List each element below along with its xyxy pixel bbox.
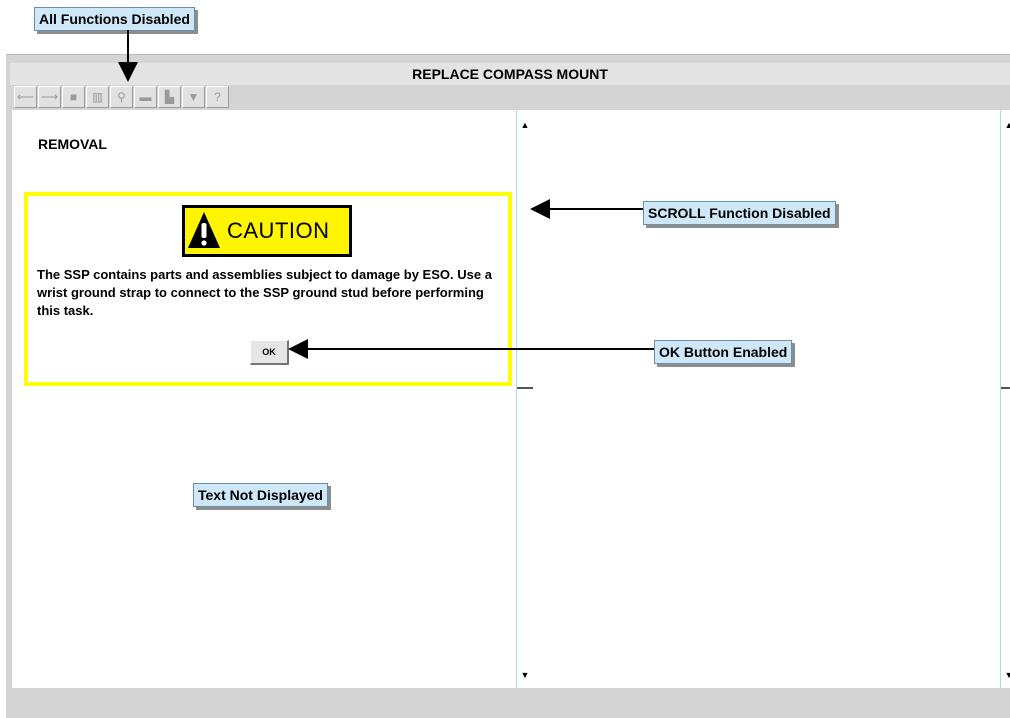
caution-dialog: CAUTION The SSP contains parts and assem… xyxy=(24,192,512,386)
scroll-down-icon: ▼ xyxy=(520,670,530,680)
help-icon: ? xyxy=(206,86,229,108)
caution-label: CAUTION xyxy=(227,218,330,243)
callout-text-not-displayed: Text Not Displayed xyxy=(193,483,328,507)
caution-message: The SSP contains parts and assemblies su… xyxy=(37,267,492,318)
callout-scroll-disabled: SCROLL Function Disabled xyxy=(643,201,836,225)
right-content-pane xyxy=(533,110,1000,688)
callout-all-functions-disabled: All Functions Disabled xyxy=(34,7,195,31)
caution-sign: CAUTION xyxy=(182,205,352,257)
section-heading: REMOVAL xyxy=(38,136,107,152)
tools-icon: ▙ xyxy=(158,86,181,108)
index-icon: ▥ xyxy=(86,86,109,108)
toolbar: ⟵ ⟶ ■ ▥ ⚲ ▬ ▙ ▼ ? xyxy=(10,85,1010,109)
binoculars-icon: ⚲ xyxy=(110,86,133,108)
ok-button[interactable]: OK xyxy=(250,340,289,365)
scroll-up-icon: ▲ xyxy=(1004,120,1010,130)
status-bar xyxy=(6,688,1010,718)
scroll-up-icon: ▲ xyxy=(520,120,530,130)
forward-arrow-icon: ⟶ xyxy=(38,86,61,108)
right-scrollbar: ▲ ▼ xyxy=(1000,110,1010,688)
bookmark-icon: ▼ xyxy=(182,86,205,108)
app-window: REPLACE COMPASS MOUNT ⟵ ⟶ ■ ▥ ⚲ ▬ ▙ ▼ ? … xyxy=(6,54,1010,718)
scroll-thumb-bottom xyxy=(1001,387,1010,389)
warning-triangle-icon xyxy=(188,212,220,248)
callout-ok-enabled: OK Button Enabled xyxy=(654,340,793,364)
page-icon: ■ xyxy=(62,86,85,108)
scroll-down-icon: ▼ xyxy=(1004,670,1010,680)
scroll-thumb-bottom xyxy=(517,387,533,389)
window-title: REPLACE COMPASS MOUNT xyxy=(10,63,1010,85)
back-arrow-icon: ⟵ xyxy=(14,86,37,108)
left-scrollbar: ▲ ▼ xyxy=(516,110,533,688)
print-icon: ▬ xyxy=(134,86,157,108)
